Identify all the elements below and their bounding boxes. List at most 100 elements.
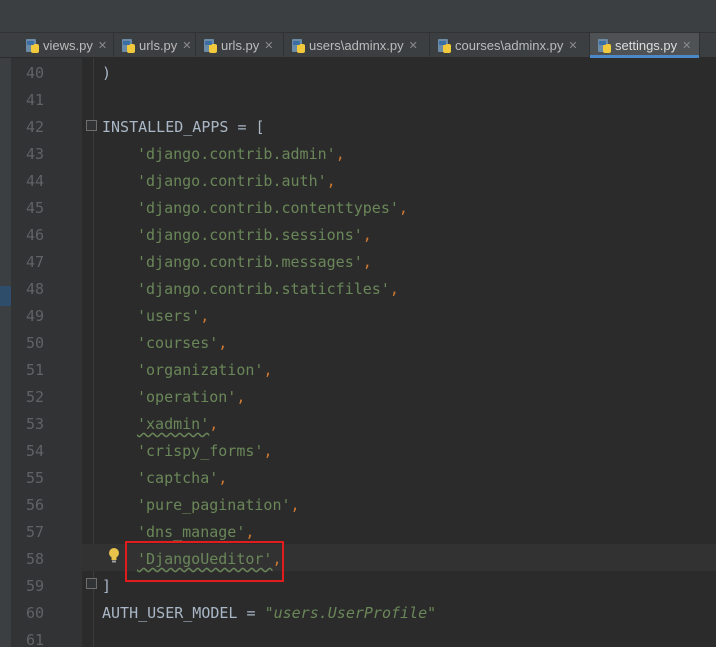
tab-label: courses\adminx.py bbox=[455, 38, 564, 53]
comma-token: , bbox=[263, 361, 273, 379]
tab-label: views.py bbox=[43, 38, 93, 53]
tool-window-strip[interactable] bbox=[0, 58, 12, 647]
code-line[interactable]: AUTH_USER_MODEL = "users.UserProfile" bbox=[102, 600, 436, 627]
comma-token: , bbox=[335, 145, 345, 163]
code-line[interactable]: 'django.contrib.contenttypes', bbox=[137, 195, 408, 222]
comma-token: , bbox=[218, 334, 228, 352]
tab-label: urls.py bbox=[221, 38, 260, 53]
line-number: 50 bbox=[25, 334, 44, 352]
code-token: INSTALLED_APPS bbox=[102, 118, 229, 136]
code-line[interactable]: 'xadmin', bbox=[137, 411, 218, 438]
line-number: 44 bbox=[25, 172, 44, 190]
string-literal: 'crispy_forms' bbox=[137, 442, 264, 460]
string-literal: 'pure_pagination' bbox=[137, 496, 291, 514]
comma-token: , bbox=[263, 442, 273, 460]
code-line[interactable]: 'crispy_forms', bbox=[137, 438, 272, 465]
string-literal: 'django.contrib.staticfiles' bbox=[137, 280, 390, 298]
code-token: AUTH_USER_MODEL bbox=[102, 604, 238, 622]
code-line[interactable]: INSTALLED_APPS = [ bbox=[102, 114, 265, 141]
tab-courses-adminx[interactable]: courses\adminx.py ✕ bbox=[430, 33, 590, 58]
close-icon[interactable]: ✕ bbox=[682, 39, 691, 52]
code-token: ) bbox=[102, 64, 112, 82]
code-line[interactable]: ] bbox=[102, 573, 111, 600]
string-literal: 'dns_manage' bbox=[137, 523, 246, 541]
line-number: 52 bbox=[25, 388, 44, 406]
code-line[interactable]: 'django.contrib.messages', bbox=[137, 249, 372, 276]
string-literal: 'django.contrib.admin' bbox=[137, 145, 336, 163]
line-number: 55 bbox=[25, 469, 44, 487]
code-token: = [ bbox=[228, 118, 265, 136]
line-number: 59 bbox=[25, 577, 44, 595]
tab-settings-py[interactable]: settings.py ✕ bbox=[590, 33, 700, 58]
highlight-box bbox=[125, 541, 284, 582]
close-icon[interactable]: ✕ bbox=[98, 39, 107, 52]
code-line[interactable]: 'courses', bbox=[137, 330, 227, 357]
comma-token: , bbox=[200, 307, 210, 325]
close-icon[interactable]: ✕ bbox=[568, 39, 577, 52]
tab-label: users\adminx.py bbox=[309, 38, 404, 53]
code-line[interactable]: 'django.contrib.auth', bbox=[137, 168, 336, 195]
tab-label: urls.py bbox=[139, 38, 178, 53]
code-line[interactable]: 'captcha', bbox=[137, 465, 227, 492]
string-literal: 'xadmin' bbox=[137, 415, 210, 433]
line-number: 51 bbox=[25, 361, 44, 379]
string-literal: 'users' bbox=[137, 307, 201, 325]
fold-marker-icon[interactable] bbox=[86, 578, 97, 589]
comma-token: , bbox=[245, 523, 255, 541]
comma-token: , bbox=[389, 280, 399, 298]
line-number: 40 bbox=[25, 64, 44, 82]
fold-marker-icon[interactable] bbox=[86, 120, 97, 131]
editor-tab-bar: views.py ✕ urls.py ✕ urls.py ✕ users\adm… bbox=[0, 33, 716, 58]
line-number: 45 bbox=[25, 199, 44, 217]
comma-token: , bbox=[218, 469, 228, 487]
string-literal: 'django.contrib.sessions' bbox=[137, 226, 363, 244]
code-line[interactable]: 'django.contrib.sessions', bbox=[137, 222, 372, 249]
close-icon[interactable]: ✕ bbox=[409, 39, 418, 52]
code-line[interactable]: ) bbox=[102, 60, 111, 87]
string-literal: 'django.contrib.contenttypes' bbox=[137, 199, 399, 217]
tab-label: settings.py bbox=[615, 38, 678, 53]
string-literal: 'courses' bbox=[137, 334, 219, 352]
lightbulb-icon[interactable] bbox=[107, 547, 121, 565]
string-literal: "users.UserProfile" bbox=[264, 604, 437, 622]
tab-users-adminx[interactable]: users\adminx.py ✕ bbox=[284, 33, 430, 58]
string-literal: 'organization' bbox=[137, 361, 264, 379]
python-file-icon bbox=[122, 38, 135, 53]
code-line[interactable]: 'pure_pagination', bbox=[137, 492, 300, 519]
close-icon[interactable]: ✕ bbox=[182, 39, 191, 52]
line-number: 47 bbox=[25, 253, 44, 271]
line-number: 43 bbox=[25, 145, 44, 163]
line-number: 41 bbox=[25, 91, 44, 109]
line-number: 46 bbox=[25, 226, 44, 244]
window-title-bar bbox=[0, 0, 716, 33]
comma-token: , bbox=[362, 226, 372, 244]
string-literal: 'captcha' bbox=[137, 469, 219, 487]
tab-urls-py[interactable]: urls.py ✕ bbox=[114, 33, 196, 58]
code-line[interactable]: 'users', bbox=[137, 303, 209, 330]
line-number: 61 bbox=[25, 631, 44, 647]
code-line[interactable]: 'operation', bbox=[137, 384, 245, 411]
tab-views-py[interactable]: views.py ✕ bbox=[18, 33, 114, 58]
line-number: 57 bbox=[25, 523, 44, 541]
line-number: 56 bbox=[25, 496, 44, 514]
strip-marker bbox=[0, 286, 11, 306]
code-token: = bbox=[237, 604, 265, 622]
comma-token: , bbox=[398, 199, 408, 217]
tab-urls-py-2[interactable]: urls.py ✕ bbox=[196, 33, 284, 58]
line-number: 60 bbox=[25, 604, 44, 622]
line-number: 42 bbox=[25, 118, 44, 136]
line-number: 48 bbox=[25, 280, 44, 298]
code-line[interactable]: 'django.contrib.staticfiles', bbox=[137, 276, 399, 303]
python-file-icon bbox=[438, 38, 451, 53]
code-line[interactable]: 'django.contrib.admin', bbox=[137, 141, 345, 168]
code-token: ] bbox=[102, 577, 112, 595]
string-literal: 'django.contrib.messages' bbox=[137, 253, 363, 271]
string-literal: 'django.contrib.auth' bbox=[137, 172, 327, 190]
string-literal: 'operation' bbox=[137, 388, 237, 406]
comma-token: , bbox=[236, 388, 246, 406]
line-number: 49 bbox=[25, 307, 44, 325]
python-file-icon bbox=[204, 38, 217, 53]
code-line[interactable]: 'organization', bbox=[137, 357, 272, 384]
python-file-icon bbox=[598, 38, 611, 53]
close-icon[interactable]: ✕ bbox=[264, 39, 273, 52]
